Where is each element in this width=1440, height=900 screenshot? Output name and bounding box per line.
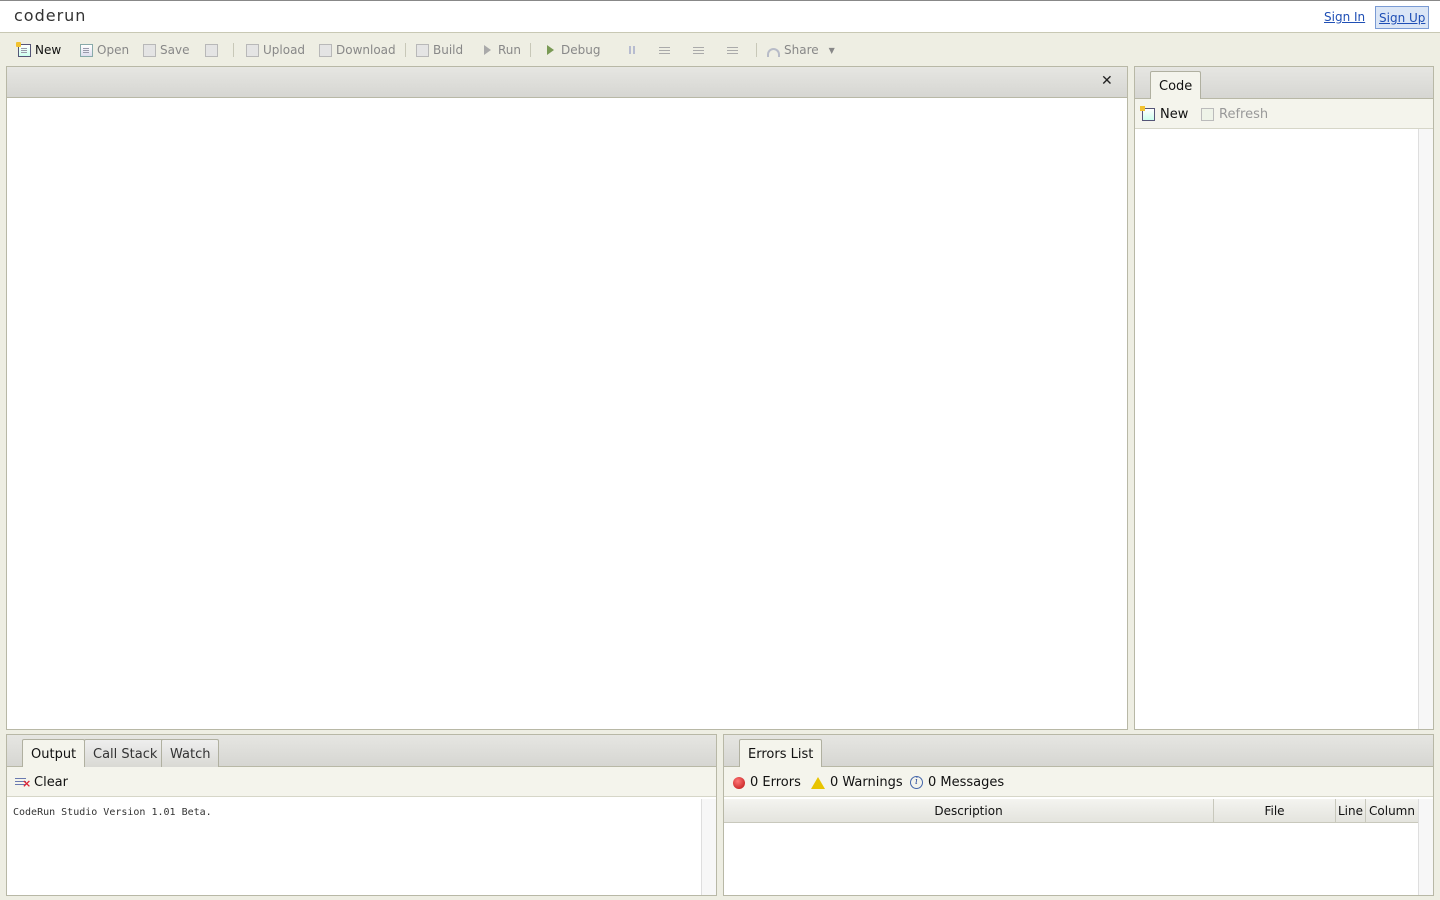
- warnings-count: 0 Warnings: [830, 775, 903, 790]
- output-toolbar: Clear: [7, 767, 716, 797]
- step-into-icon: [692, 44, 706, 57]
- column-file[interactable]: File: [1214, 799, 1336, 823]
- clear-label: Clear: [34, 775, 68, 790]
- warning-icon: [811, 776, 825, 789]
- new-file-icon: [16, 41, 31, 57]
- app-logo: coderun: [14, 6, 87, 25]
- errors-filter-button[interactable]: 0 Errors: [733, 775, 801, 790]
- run-button[interactable]: Run: [484, 41, 521, 59]
- column-description[interactable]: Description: [724, 799, 1214, 823]
- clear-button[interactable]: Clear: [15, 775, 68, 790]
- errors-tab-strip: Errors List: [724, 735, 1433, 768]
- new-code-label: New: [1160, 107, 1189, 122]
- upload-button[interactable]: Upload: [246, 41, 305, 59]
- open-file-icon: [80, 43, 93, 57]
- save-all-button[interactable]: [205, 41, 218, 59]
- save-button[interactable]: Save: [143, 41, 189, 59]
- save-button-label: Save: [160, 43, 190, 57]
- tab-code[interactable]: Code: [1150, 71, 1202, 100]
- code-panel-toolbar: New Refresh: [1135, 99, 1433, 129]
- chevron-down-icon: ▼: [828, 45, 835, 55]
- refresh-label: Refresh: [1219, 107, 1269, 122]
- new-code-button[interactable]: New: [1140, 106, 1189, 122]
- step-out-button[interactable]: [726, 41, 740, 59]
- save-icon: [143, 43, 156, 57]
- messages-count: 0 Messages: [928, 775, 1005, 790]
- step-over-icon: [658, 44, 672, 57]
- new-button[interactable]: New: [16, 41, 62, 59]
- share-button-label: Share: [784, 43, 819, 57]
- output-scrollbar[interactable]: [701, 799, 716, 895]
- build-button[interactable]: Build: [416, 41, 463, 59]
- open-button[interactable]: Open: [80, 41, 129, 59]
- warnings-filter-button[interactable]: 0 Warnings: [811, 775, 903, 790]
- toolbar-separator: [530, 43, 531, 57]
- sign-up-link[interactable]: Sign Up: [1375, 6, 1430, 29]
- sign-in-link[interactable]: Sign In: [1324, 10, 1365, 24]
- step-into-button[interactable]: [692, 41, 706, 59]
- editor-tab-bar: ✕: [7, 67, 1127, 98]
- messages-filter-button[interactable]: i 0 Messages: [910, 775, 1004, 790]
- output-tab-strip: Output Call Stack Watch: [7, 735, 716, 768]
- new-file-icon: [1140, 106, 1155, 121]
- debug-button-label: Debug: [561, 43, 601, 57]
- pause-icon: [626, 44, 639, 57]
- code-explorer-panel: Code New Refresh: [1134, 66, 1434, 730]
- code-editor-pane[interactable]: ✕: [6, 66, 1128, 730]
- download-icon: [319, 43, 332, 57]
- errors-count: 0 Errors: [750, 775, 801, 790]
- column-column[interactable]: Column: [1366, 799, 1419, 823]
- toolbar-separator: [233, 43, 234, 57]
- errors-scrollbar[interactable]: [1418, 799, 1433, 895]
- pause-button[interactable]: [626, 41, 639, 59]
- errors-grid-header: Description File Line Column: [724, 799, 1419, 823]
- tab-errors-list[interactable]: Errors List: [739, 739, 823, 768]
- build-icon: [416, 43, 429, 57]
- step-out-icon: [726, 44, 740, 57]
- open-button-label: Open: [97, 43, 130, 57]
- debug-icon: [547, 45, 554, 55]
- errors-filter-bar: 0 Errors 0 Warnings i 0 Messages: [724, 767, 1433, 797]
- run-icon: [484, 45, 491, 55]
- share-icon: [767, 47, 780, 57]
- upload-button-label: Upload: [263, 43, 306, 57]
- debug-button[interactable]: Debug: [547, 41, 600, 59]
- column-line[interactable]: Line: [1336, 799, 1366, 823]
- app-header: coderun Sign In Sign Up: [0, 0, 1440, 33]
- new-button-label: New: [35, 43, 62, 57]
- build-button-label: Build: [433, 43, 464, 57]
- download-button[interactable]: Download: [319, 41, 396, 59]
- errors-panel: Errors List 0 Errors 0 Warnings i 0 Mess…: [723, 734, 1434, 896]
- tab-watch[interactable]: Watch: [161, 739, 220, 767]
- step-over-button[interactable]: [658, 41, 672, 59]
- run-button-label: Run: [498, 43, 522, 57]
- upload-icon: [246, 43, 259, 57]
- code-list-scrollbar[interactable]: [1418, 129, 1433, 729]
- download-button-label: Download: [336, 43, 396, 57]
- refresh-button[interactable]: Refresh: [1201, 107, 1268, 122]
- refresh-icon: [1201, 108, 1214, 121]
- error-icon: [733, 776, 745, 789]
- main-toolbar: New Open Save Upload Download Build Run …: [0, 34, 1440, 64]
- close-icon[interactable]: ✕: [1101, 73, 1113, 89]
- code-tab-strip: Code: [1135, 67, 1433, 100]
- clear-icon: [15, 777, 31, 789]
- toolbar-separator: [756, 43, 757, 57]
- output-panel: Output Call Stack Watch Clear CodeRun St…: [6, 734, 717, 896]
- tab-output[interactable]: Output: [22, 739, 86, 768]
- output-console-text: CodeRun Studio Version 1.01 Beta.: [13, 807, 212, 818]
- share-button[interactable]: Share ▼: [767, 41, 835, 59]
- toolbar-separator: [405, 43, 406, 57]
- info-icon: i: [910, 776, 923, 789]
- tab-call-stack[interactable]: Call Stack: [84, 739, 167, 767]
- save-all-icon: [205, 43, 218, 57]
